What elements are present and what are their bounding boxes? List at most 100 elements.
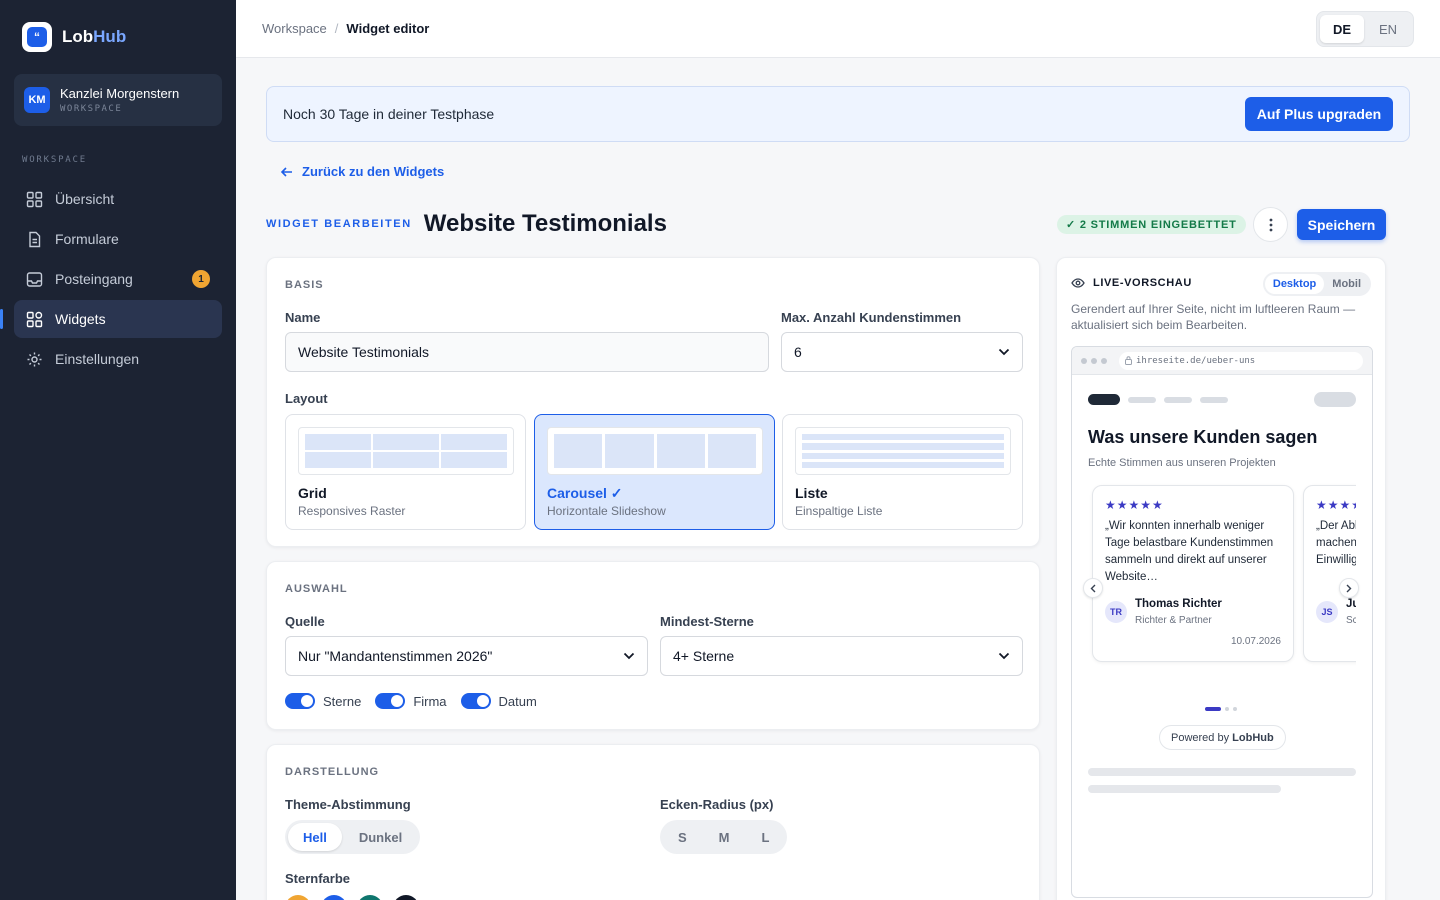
lang-en-button[interactable]: EN — [1366, 15, 1410, 43]
sidebar-item-label: Widgets — [55, 311, 106, 327]
darstellung-card: DARSTELLUNG Theme-Abstimmung Hell Dunkel… — [266, 744, 1040, 900]
layout-label: Layout — [285, 391, 328, 406]
save-button[interactable]: Speichern — [1297, 209, 1386, 240]
carousel-dot[interactable] — [1225, 707, 1229, 711]
sidebar-heading: WORKSPACE — [22, 155, 87, 165]
toggle-sterne[interactable]: Sterne — [285, 693, 361, 709]
preview-title: LIVE-VORSCHAU — [1093, 277, 1192, 289]
page-title: Website Testimonials — [423, 210, 667, 237]
upgrade-button[interactable]: Auf Plus upgraden — [1245, 97, 1393, 131]
theme-dunkel-button[interactable]: Dunkel — [344, 823, 417, 851]
carousel-dot[interactable] — [1233, 707, 1237, 711]
star-color-swatches — [285, 895, 419, 900]
star-color-swatch[interactable] — [357, 895, 383, 900]
brand-name: LobHub — [62, 27, 127, 46]
back-to-widgets-link[interactable]: Zurück zu den Widgets — [280, 164, 444, 179]
breadcrumb-separator: / — [334, 21, 339, 36]
sidebar-item-posteingang[interactable]: Posteingang 1 — [14, 260, 222, 298]
testimonial-card: ★★★★★ „Wir konnten innerhalb weniger Tag… — [1092, 485, 1294, 662]
preview-desktop-button[interactable]: Desktop — [1264, 274, 1325, 294]
more-options-button[interactable] — [1253, 207, 1288, 242]
layout-option-liste[interactable]: Liste Einspaltige Liste — [782, 414, 1023, 530]
radius-m-button[interactable]: M — [704, 823, 745, 851]
sidebar-item-einstellungen[interactable]: Einstellungen — [14, 340, 222, 378]
author-name: Thomas Richter — [1135, 598, 1222, 610]
toggle-switch[interactable] — [375, 693, 406, 709]
author-avatar: TR — [1105, 601, 1127, 623]
section-label: BASIS — [285, 279, 324, 291]
auswahl-card: AUSWAHL Quelle Nur "Mandantenstimmen 202… — [266, 561, 1040, 730]
page-kicker: WIDGET BEARBEITEN — [266, 218, 412, 230]
arrow-left-icon — [280, 166, 292, 177]
carousel-prev-button[interactable] — [1083, 578, 1103, 598]
sidebar-item-widgets[interactable]: Widgets — [0, 300, 222, 338]
preview-header: LIVE-VORSCHAU — [1071, 277, 1192, 289]
star-color-swatch[interactable] — [321, 895, 347, 900]
sidebar-item-uebersicht[interactable]: Übersicht — [14, 180, 222, 218]
display-toggles: Sterne Firma Datum — [285, 693, 537, 709]
name-input[interactable]: Website Testimonials — [285, 332, 769, 372]
star-color-label: Sternfarbe — [285, 871, 351, 886]
rating-stars: ★★★★ — [1316, 498, 1356, 512]
layout-option-grid[interactable]: Grid Responsives Raster — [285, 414, 526, 530]
preview-browser-frame: ihreseite.de/ueber-uns Was unsere Kunden… — [1071, 346, 1373, 898]
testimonial-date: 10.07.2026 — [1230, 636, 1281, 647]
topbar: Workspace / Widget editor DE EN — [236, 0, 1440, 58]
theme-hell-button[interactable]: Hell — [288, 823, 342, 851]
min-stars-select[interactable]: 4+ Sterne — [660, 636, 1023, 676]
powered-brand: LobHub — [1232, 731, 1274, 744]
preview-mobile-button[interactable]: Mobil — [1324, 274, 1369, 294]
star-color-swatch[interactable] — [393, 895, 419, 900]
max-count-select[interactable]: 6 — [781, 332, 1023, 372]
carousel-thumbnail — [547, 427, 763, 475]
trial-text: Noch 30 Tage in deiner Testphase — [283, 106, 495, 122]
author-name: Julia Schmidt — [1346, 598, 1356, 610]
carousel-dot-active[interactable] — [1205, 707, 1221, 711]
layout-option-title: Liste — [795, 485, 828, 501]
source-select[interactable]: Nur "Mandantenstimmen 2026" — [285, 636, 648, 676]
sidebar-item-label: Einstellungen — [55, 351, 140, 367]
toggle-firma[interactable]: Firma — [375, 693, 447, 709]
workspace-switcher[interactable]: KM Kanzlei Morgenstern WORKSPACE — [14, 74, 222, 126]
grid-thumbnail — [298, 427, 514, 475]
toggle-switch[interactable] — [460, 693, 491, 709]
min-stars-label: Mindest-Sterne — [660, 614, 754, 629]
workspace-avatar: KM — [24, 87, 50, 113]
radius-s-button[interactable]: S — [663, 823, 702, 851]
section-label: DARSTELLUNG — [285, 766, 380, 778]
layout-option-sub: Responsives Raster — [298, 504, 406, 518]
toggle-datum[interactable]: Datum — [460, 693, 537, 709]
sidebar-item-formulare[interactable]: Formulare — [14, 220, 222, 258]
sidebar-item-label: Posteingang — [55, 271, 133, 287]
max-count-value: 6 — [794, 344, 802, 360]
carousel-next-button[interactable] — [1339, 578, 1359, 598]
live-preview-panel: LIVE-VORSCHAU Desktop Mobil Gerendert au… — [1056, 257, 1386, 900]
brand[interactable]: “ LobHub — [22, 22, 126, 52]
powered-by-badge[interactable]: Powered by LobHub — [1159, 725, 1286, 750]
page-header: WIDGET BEARBEITEN Website Testimonials — [266, 210, 667, 238]
testimonial-author: TR Thomas Richter Richter & Partner — [1105, 598, 1222, 626]
theme-label: Theme-Abstimmung — [285, 797, 411, 812]
author-avatar: JS — [1316, 601, 1338, 623]
lang-de-button[interactable]: DE — [1320, 15, 1364, 43]
document-icon — [29, 231, 41, 247]
grid-icon — [26, 191, 43, 207]
workspace-name: Kanzlei Morgenstern — [60, 86, 180, 101]
chevron-left-icon — [1090, 584, 1096, 592]
testimonial-quote: „Wir konnten innerhalb weniger Tage bela… — [1105, 520, 1274, 583]
layout-option-carousel[interactable]: Carousel ✓ Horizontale Slideshow — [534, 414, 775, 530]
powered-prefix: Powered by — [1171, 731, 1230, 744]
toggle-label: Datum — [498, 693, 537, 709]
toggle-switch[interactable] — [285, 693, 315, 709]
breadcrumb-current: Widget editor — [346, 21, 430, 36]
layout-option-title: Carousel ✓ — [547, 485, 623, 501]
sidebar: “ LobHub KM Kanzlei Morgenstern WORKSPAC… — [0, 0, 236, 900]
radius-label: Ecken-Radius (px) — [660, 797, 774, 812]
radius-l-button[interactable]: L — [747, 823, 785, 851]
chevron-down-icon — [998, 348, 1010, 356]
content-skeleton-line — [1088, 785, 1281, 793]
testimonial-author: JS Julia Schmidt Schmidt Steuerberatung — [1316, 598, 1356, 626]
star-color-swatch[interactable] — [285, 895, 311, 900]
breadcrumb-root[interactable]: Workspace — [262, 21, 327, 36]
basis-card: BASIS Name Website Testimonials Max. Anz… — [266, 257, 1040, 547]
